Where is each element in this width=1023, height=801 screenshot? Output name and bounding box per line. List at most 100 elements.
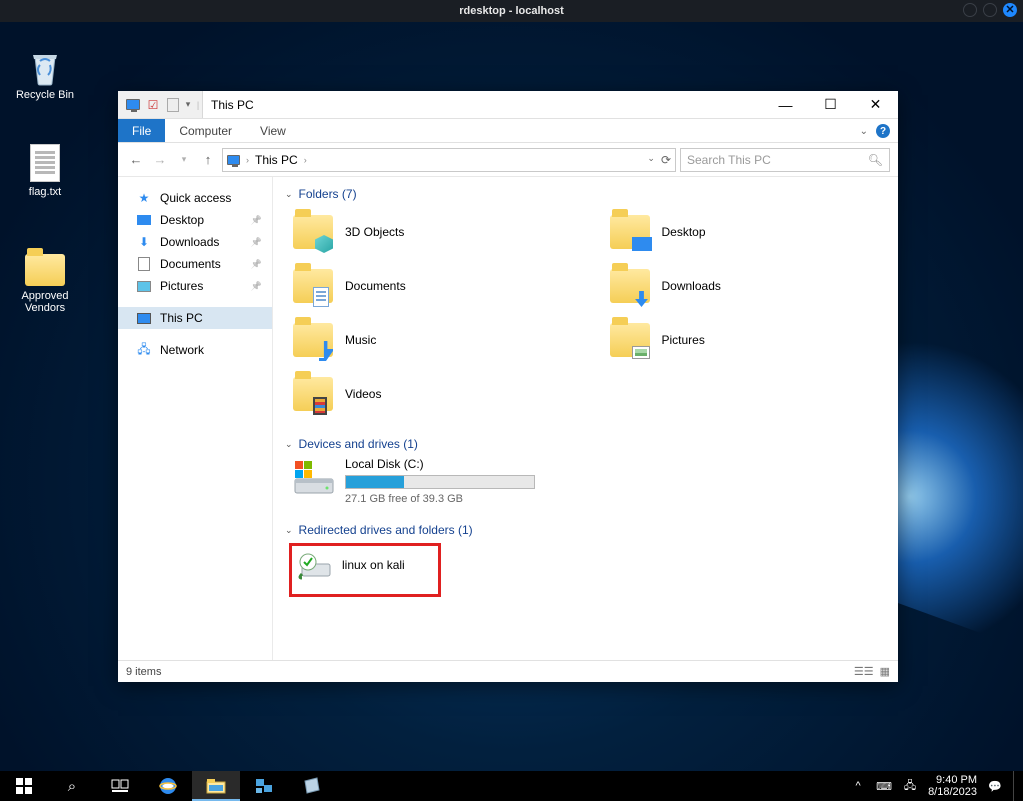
sidebar-item-label: Quick access — [160, 191, 231, 205]
section-header-devices[interactable]: ⌄ Devices and drives (1) — [285, 433, 886, 455]
folder-tile-videos[interactable]: Videos — [293, 369, 570, 419]
sidebar-item-desktop[interactable]: Desktop — [118, 209, 272, 231]
wm-maximize-button[interactable] — [983, 3, 997, 17]
wm-close-button[interactable]: ✕ — [1003, 3, 1017, 17]
taskbar-search-icon[interactable]: ⌕ — [48, 771, 96, 801]
show-desktop-button[interactable] — [1013, 771, 1019, 801]
redirected-drive-tile[interactable]: linux on kali — [289, 543, 441, 597]
folder-tile-documents[interactable]: Documents — [293, 261, 570, 311]
folder-icon — [610, 319, 652, 361]
search-box[interactable]: 🔍︎ — [680, 148, 890, 172]
folder-tile-pictures[interactable]: Pictures — [610, 315, 887, 365]
sidebar-item-downloads[interactable]: ⬇ Downloads — [118, 231, 272, 253]
taskbar-explorer-icon[interactable] — [192, 771, 240, 801]
this-pc-icon — [136, 310, 152, 326]
refresh-icon[interactable]: ⟳ — [661, 153, 671, 167]
folder-tile-3d-objects[interactable]: 3D Objects — [293, 207, 570, 257]
section-header-folders[interactable]: ⌄ Folders (7) — [285, 183, 886, 205]
up-button[interactable]: ↑ — [198, 150, 218, 170]
taskbar-ie-icon[interactable] — [144, 771, 192, 801]
address-bar[interactable]: › This PC › ⌄ ⟳ — [222, 148, 676, 172]
chevron-right-icon[interactable]: › — [304, 155, 307, 165]
section-header-redirected[interactable]: ⌄ Redirected drives and folders (1) — [285, 519, 886, 541]
qat-properties-icon[interactable]: ☑ — [144, 96, 162, 114]
folder-icon — [293, 265, 335, 307]
folder-tile-downloads[interactable]: Downloads — [610, 261, 887, 311]
folder-tile-music[interactable]: Music — [293, 315, 570, 365]
notifications-icon[interactable]: 💬 — [987, 778, 1003, 794]
taskbar-server-manager-icon[interactable] — [240, 771, 288, 801]
folder-icon — [293, 319, 335, 361]
sidebar-item-pictures[interactable]: Pictures — [118, 275, 272, 297]
help-icon[interactable]: ? — [876, 124, 890, 138]
download-icon: ⬇ — [136, 234, 152, 250]
view-large-icon[interactable]: ▦ — [880, 665, 890, 678]
status-bar: 9 items ☰☰ ▦ — [118, 660, 898, 682]
ribbon-tab-view[interactable]: View — [246, 119, 300, 142]
search-input[interactable] — [687, 153, 864, 167]
address-dropdown-icon[interactable]: ⌄ — [647, 153, 655, 167]
sidebar-item-documents[interactable]: Documents — [118, 253, 272, 275]
qat-app-icon[interactable] — [124, 96, 142, 114]
explorer-titlebar[interactable]: ☑ ▾ | This PC — ☐ ✕ — [118, 91, 898, 119]
ribbon-collapse-icon[interactable]: ⌄ — [860, 126, 868, 137]
navigation-pane: ★ Quick access Desktop ⬇ Downloads Docum… — [118, 177, 273, 660]
chevron-right-icon[interactable]: › — [246, 155, 249, 165]
sidebar-item-label: Desktop — [160, 213, 204, 227]
tray-network-icon[interactable]: 🖧 — [902, 778, 918, 794]
wm-title: rdesktop - localhost — [459, 5, 564, 17]
qat-newfolder-icon[interactable] — [164, 96, 182, 114]
desktop-icon-approved-vendors[interactable]: Approved Vendors — [6, 246, 84, 314]
desktop-icon-recycle-bin[interactable]: Recycle Bin — [6, 47, 84, 101]
minimize-button[interactable]: — — [763, 91, 808, 119]
content-pane[interactable]: ⌄ Folders (7) 3D Objects Desktop Documen… — [273, 177, 898, 660]
folder-label: Documents — [345, 279, 406, 293]
taskbar-app-icon[interactable] — [288, 771, 336, 801]
network-drive-icon — [298, 550, 334, 580]
task-view-icon[interactable] — [96, 771, 144, 801]
ribbon-tab-computer[interactable]: Computer — [165, 119, 246, 142]
maximize-button[interactable]: ☐ — [808, 91, 853, 119]
desktop-icon-label: flag.txt — [6, 186, 84, 198]
sidebar-item-quick-access[interactable]: ★ Quick access — [118, 187, 272, 209]
desktop[interactable]: Recycle Bin flag.txt Approved Vendors ☑ … — [0, 22, 1023, 771]
folder-tile-desktop[interactable]: Desktop — [610, 207, 887, 257]
taskbar: ⌕ ^ ⌨ 🖧 9:40 PM 8/18/2023 💬 — [0, 771, 1023, 801]
wm-titlebar: rdesktop - localhost ✕ — [0, 0, 1023, 22]
tray-overflow-icon[interactable]: ^ — [850, 778, 866, 794]
view-details-icon[interactable]: ☰☰ — [854, 665, 874, 678]
wm-minimize-button[interactable] — [963, 3, 977, 17]
breadcrumb-this-pc[interactable]: This PC — [255, 153, 298, 167]
back-button[interactable]: ← — [126, 150, 146, 170]
qat-separator: | — [194, 100, 202, 110]
sidebar-item-label: Downloads — [160, 235, 219, 249]
start-button[interactable] — [0, 771, 48, 801]
sidebar-item-label: This PC — [160, 311, 203, 325]
drive-tile-local-disk[interactable]: Local Disk (C:) 27.1 GB free of 39.3 GB — [285, 455, 886, 519]
sidebar-item-label: Documents — [160, 257, 221, 271]
drive-label: Local Disk (C:) — [345, 457, 535, 471]
tray-input-icon[interactable]: ⌨ — [876, 778, 892, 794]
status-item-count: 9 items — [126, 666, 161, 678]
drive-free-text: 27.1 GB free of 39.3 GB — [345, 493, 535, 505]
section-title: Folders (7) — [299, 187, 357, 201]
folder-label: Pictures — [662, 333, 705, 347]
close-button[interactable]: ✕ — [853, 91, 898, 119]
folder-icon — [610, 211, 652, 253]
taskbar-clock[interactable]: 9:40 PM 8/18/2023 — [928, 774, 977, 798]
forward-button[interactable]: → — [150, 150, 170, 170]
ribbon: File Computer View ⌄ ? — [118, 119, 898, 143]
folder-icon — [293, 373, 335, 415]
desktop-icon-flag-txt[interactable]: flag.txt — [6, 142, 84, 198]
recent-locations-icon[interactable]: ▾ — [174, 150, 194, 170]
folder-label: 3D Objects — [345, 225, 404, 239]
search-icon[interactable]: 🔍︎ — [868, 153, 883, 167]
qat-dropdown-icon[interactable]: ▾ — [184, 99, 192, 110]
section-title: Devices and drives (1) — [299, 437, 418, 451]
ribbon-tab-file[interactable]: File — [118, 119, 165, 142]
sidebar-item-network[interactable]: 🖧 Network — [118, 339, 272, 361]
explorer-window: ☑ ▾ | This PC — ☐ ✕ File Computer View ⌄… — [118, 91, 898, 682]
sidebar-item-this-pc[interactable]: This PC — [118, 307, 272, 329]
folder-label: Downloads — [662, 279, 721, 293]
clock-date: 8/18/2023 — [928, 786, 977, 798]
